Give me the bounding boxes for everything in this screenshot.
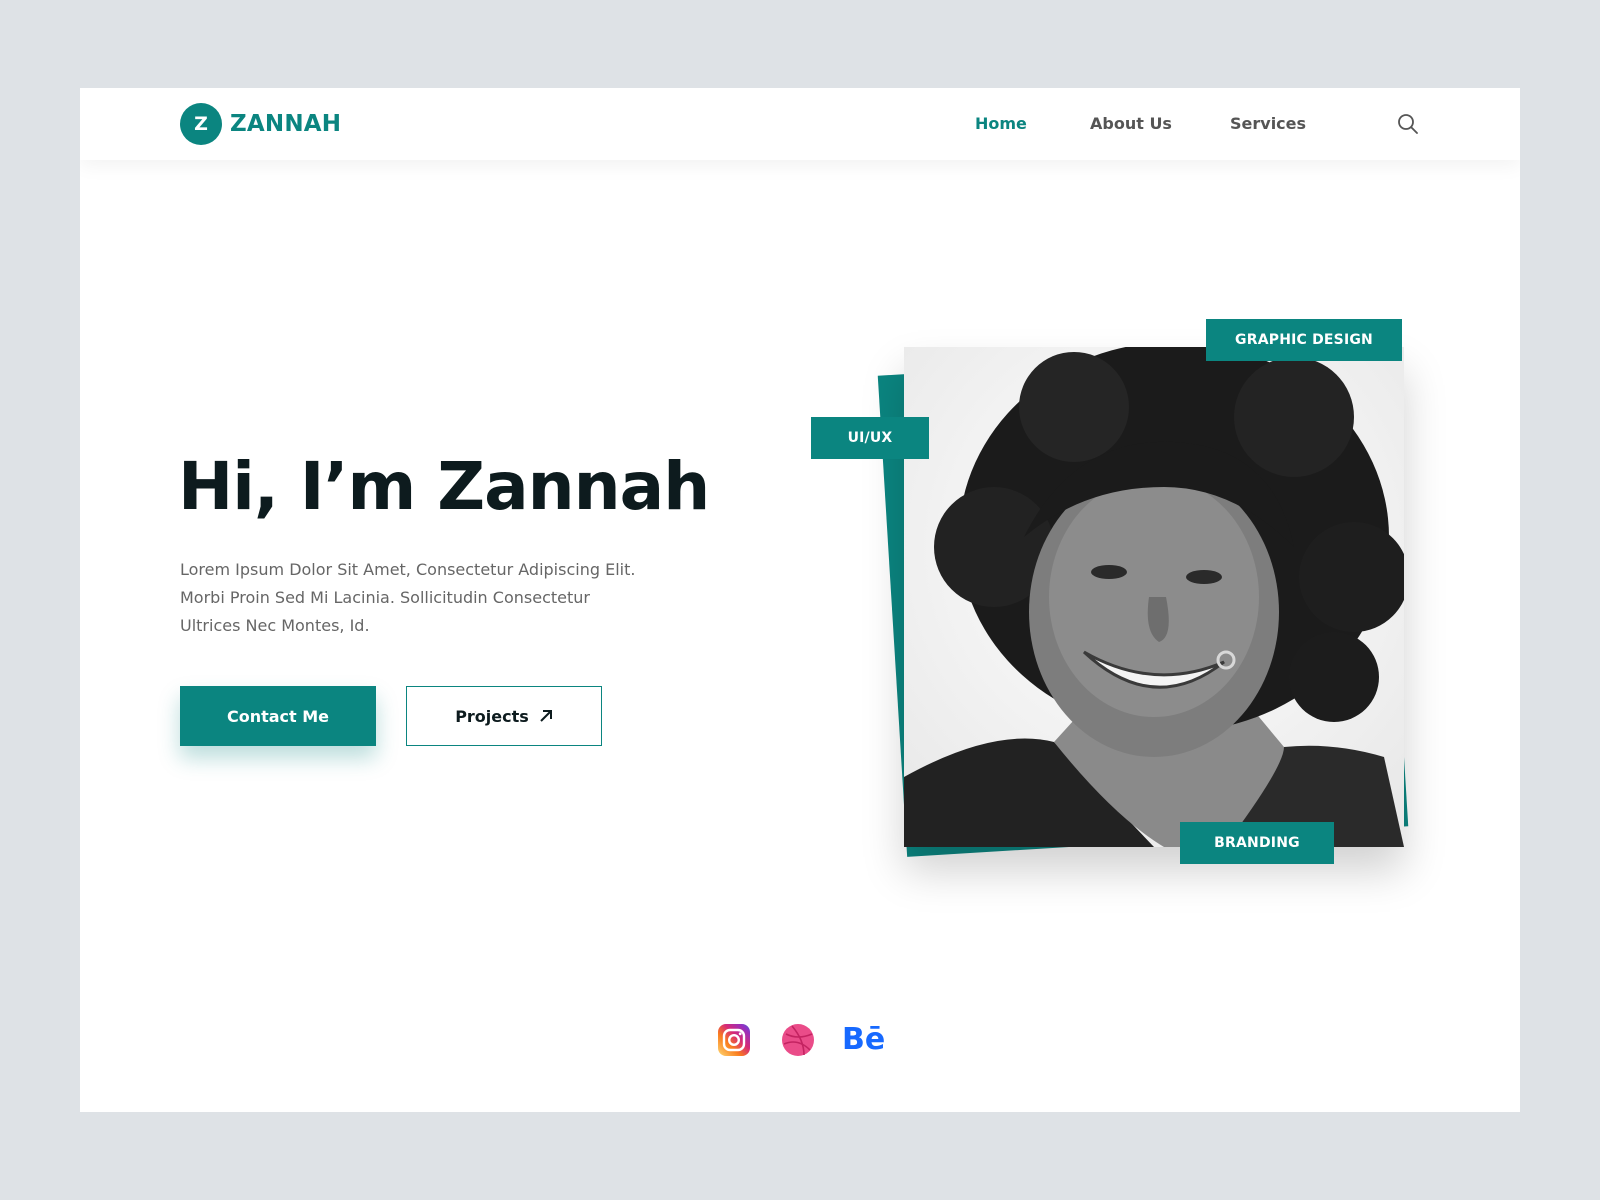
search-icon[interactable] [1396, 112, 1420, 136]
page-frame: Z ZANNAH Home About Us Services Hi, I’m … [80, 88, 1520, 1112]
behance-icon[interactable]: Bē [842, 1022, 886, 1058]
arrow-up-right-icon [540, 710, 552, 722]
profile-photo [904, 347, 1404, 847]
dribbble-icon[interactable] [780, 1022, 816, 1058]
projects-button-label: Projects [455, 706, 529, 726]
hero-description: Lorem Ipsum Dolor Sit Amet, Consectetur … [180, 560, 636, 635]
instagram-icon[interactable] [716, 1022, 752, 1058]
tag-uiux: UI/UX [811, 417, 929, 459]
portrait-illustration [904, 347, 1404, 847]
tag-graphic-design: GRAPHIC DESIGN [1206, 319, 1402, 361]
logo[interactable]: Z ZANNAH [180, 103, 341, 145]
site-header: Z ZANNAH Home About Us Services [80, 88, 1520, 160]
nav-home[interactable]: Home [975, 114, 1027, 133]
tag-branding: BRANDING [1180, 822, 1334, 864]
nav-services[interactable]: Services [1230, 114, 1306, 133]
hero-title: Hi, I’m Zannah [178, 448, 710, 525]
logo-mark: Z [180, 103, 222, 145]
projects-button[interactable]: Projects [406, 686, 602, 746]
logo-text: ZANNAH [230, 111, 342, 137]
contact-me-button[interactable]: Contact Me [180, 686, 376, 746]
nav-about-us[interactable]: About Us [1090, 114, 1172, 133]
